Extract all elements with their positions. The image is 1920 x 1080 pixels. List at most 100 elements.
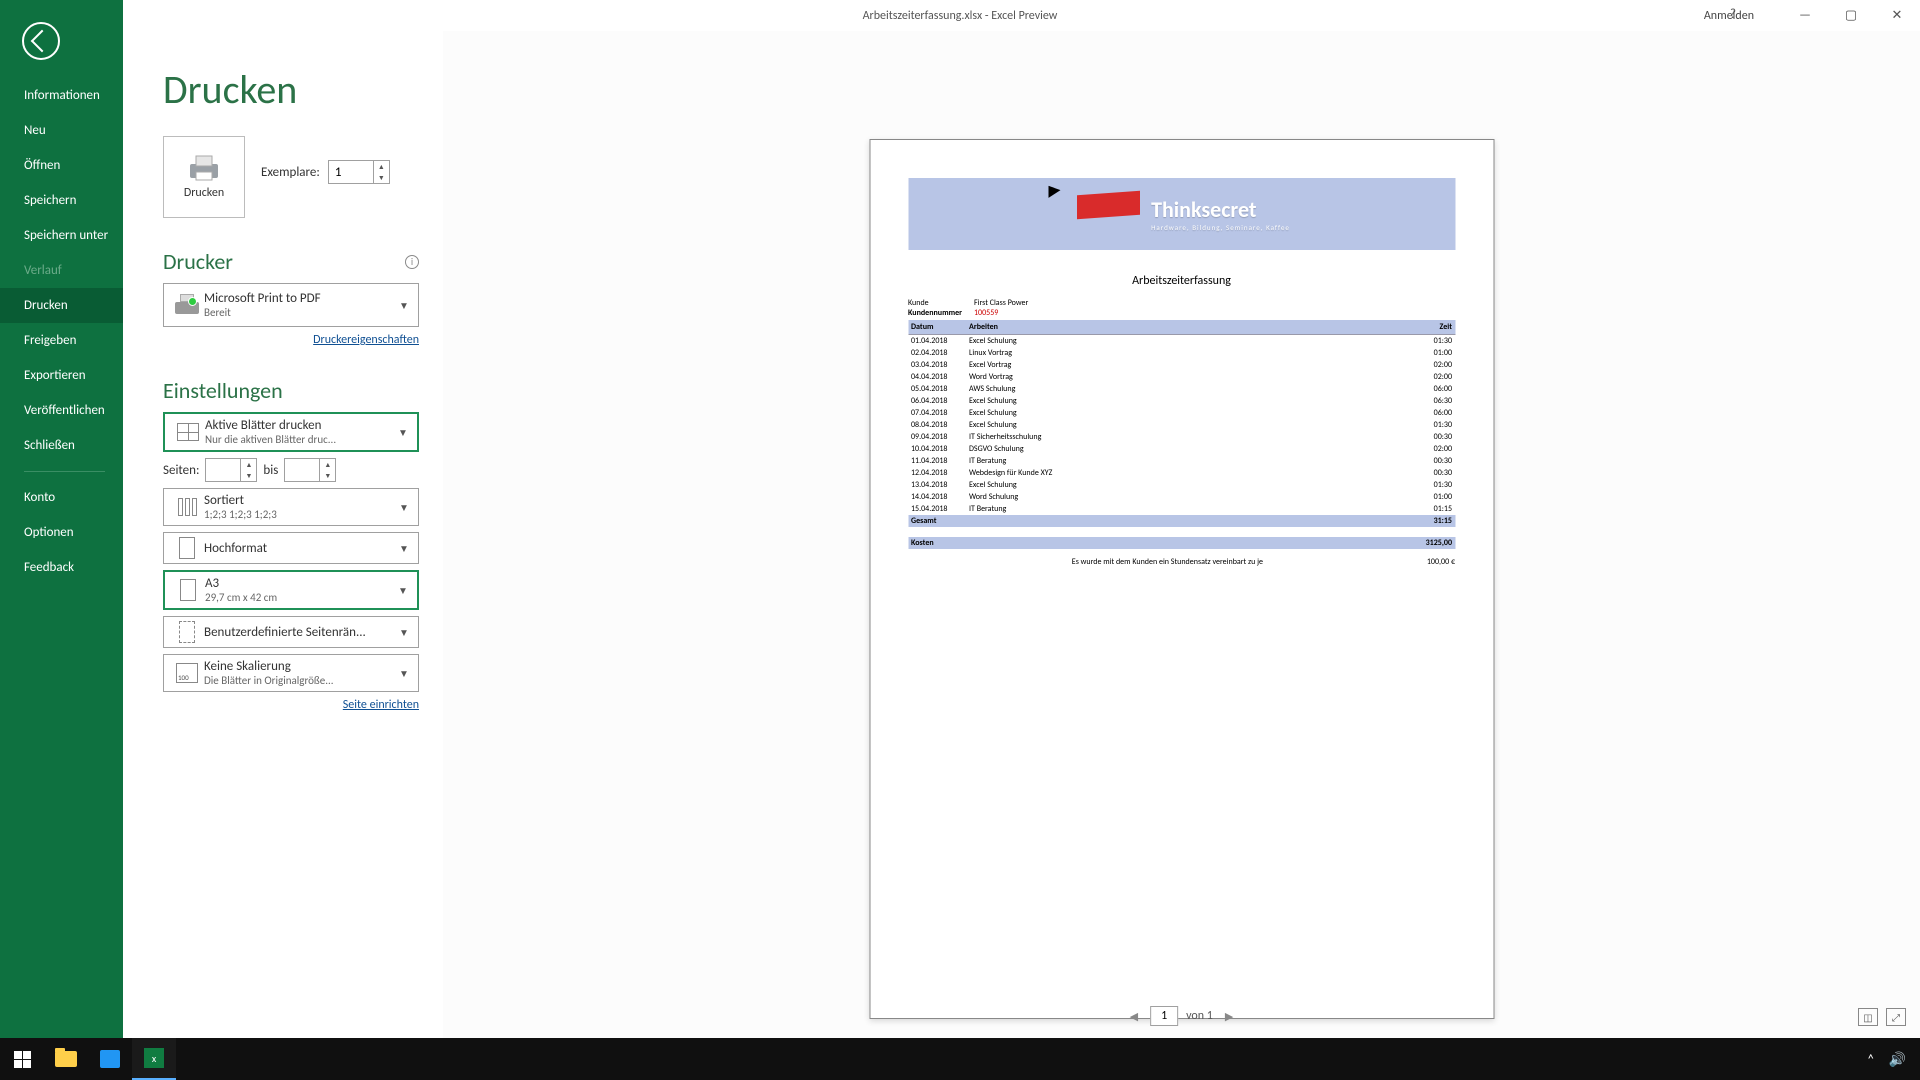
total-value: 31:15 [1405, 515, 1455, 527]
table-row: 04.04.2018Word Vortrag02:00 [908, 371, 1455, 383]
page-count-label: von 1 [1186, 1009, 1213, 1023]
page-setup-link[interactable]: Seite einrichten [163, 698, 419, 712]
signin-link[interactable]: Anmelden [1704, 9, 1754, 23]
close-button[interactable]: ✕ [1874, 0, 1920, 31]
copies-input[interactable] [329, 161, 373, 183]
printer-dropdown[interactable]: Microsoft Print to PDF Bereit ▼ [163, 283, 419, 327]
scaling-sub: Die Blätter in Originalgröße... [204, 674, 396, 687]
back-button[interactable] [22, 22, 60, 60]
table-row: 11.04.2018IT Beratung00:30 [908, 455, 1455, 467]
preview-column: Thinksecret Hardware, Bildung, Seminare,… [443, 31, 1920, 1038]
scaling-dropdown[interactable]: Keine Skalierung Die Blätter in Original… [163, 654, 419, 692]
sidebar-item-veröffentlichen[interactable]: Veröffentlichen [0, 393, 123, 428]
collation-dropdown[interactable]: Sortiert 1;2;3 1;2;3 1;2;3 ▼ [163, 488, 419, 526]
page-from-spinbox[interactable]: ▲▼ [205, 458, 257, 482]
sidebar-item-informationen[interactable]: Informationen [0, 78, 123, 113]
sidebar-item-schließen[interactable]: Schließen [0, 428, 123, 463]
start-button[interactable] [0, 1038, 44, 1080]
cost-label: Kosten [908, 537, 1165, 549]
sidebar-item-speichern[interactable]: Speichern [0, 183, 123, 218]
page-number-input[interactable] [1150, 1006, 1178, 1026]
collation-sub: 1;2;3 1;2;3 1;2;3 [204, 508, 396, 521]
table-row: 05.04.2018AWS Schulung06:00 [908, 383, 1455, 395]
table-row: 09.04.2018IT Sicherheitsschulung00:30 [908, 431, 1455, 443]
sidebar-item-feedback[interactable]: Feedback [0, 550, 123, 585]
tray-chevron-icon[interactable]: ˄ [1867, 1051, 1875, 1068]
maximize-button[interactable]: ▢ [1828, 0, 1874, 31]
page-to-input[interactable] [285, 459, 319, 481]
table-row: 12.04.2018Webdesign für Kunde XYZ00:30 [908, 467, 1455, 479]
page-preview: Thinksecret Hardware, Bildung, Seminare,… [869, 139, 1494, 1019]
paper-size-dropdown[interactable]: A3 29,7 cm x 42 cm ▼ [163, 570, 419, 610]
show-margins-button[interactable]: ◫ [1858, 1008, 1878, 1026]
document-banner: Thinksecret Hardware, Bildung, Seminare,… [908, 178, 1455, 250]
col-zeit: Zeit [1405, 320, 1455, 335]
spinner-down-icon[interactable]: ▼ [241, 470, 256, 481]
copies-spinbox[interactable]: ▲▼ [328, 160, 390, 184]
printer-properties-link[interactable]: Druckereigenschaften [163, 333, 419, 347]
table-row: 10.04.2018DSGVO Schulung02:00 [908, 443, 1455, 455]
printer-name: Microsoft Print to PDF [204, 291, 396, 306]
file-explorer-taskbar[interactable] [44, 1038, 88, 1080]
info-icon[interactable]: i [405, 255, 419, 269]
cursor-icon [1048, 188, 1060, 206]
margins-dropdown[interactable]: Benutzerdefinierte Seitenrän... ▼ [163, 616, 419, 648]
sidebar-item-freigeben[interactable]: Freigeben [0, 323, 123, 358]
pages-label: Seiten: [163, 463, 199, 478]
print-button[interactable]: Drucken [163, 136, 245, 218]
kundennummer-value: 100559 [974, 308, 998, 318]
prev-page-button[interactable]: ◀ [1126, 1010, 1142, 1023]
sidebar-item-konto[interactable]: Konto [0, 480, 123, 515]
preview-pagination: ◀ von 1 ▶ [1126, 1006, 1238, 1026]
chevron-down-icon: ▼ [396, 626, 412, 639]
sidebar-item-drucken[interactable]: Drucken [0, 288, 123, 323]
pages-to-label: bis [263, 463, 278, 478]
windows-icon [14, 1051, 31, 1068]
spinner-up-icon[interactable]: ▲ [241, 459, 256, 470]
note-value: 100,00 € [1427, 557, 1455, 567]
portrait-icon [179, 537, 195, 559]
backstage-sidebar: InformationenNeuÖffnenSpeichernSpeichern… [0, 0, 123, 1038]
page-to-spinbox[interactable]: ▲▼ [284, 458, 336, 482]
windows-taskbar: x ˄ 🔊 [0, 1038, 1920, 1080]
scaling-icon [176, 663, 198, 683]
table-row: 02.04.2018Linux Vortrag01:00 [908, 347, 1455, 359]
note-text: Es wurde mit dem Kunden ein Stundensatz … [908, 557, 1427, 567]
paper-size-label: A3 [205, 576, 395, 591]
browser-icon [100, 1050, 120, 1068]
minimize-button[interactable]: — [1782, 0, 1828, 31]
sidebar-item-speichern-unter[interactable]: Speichern unter [0, 218, 123, 253]
graduation-cap-icon [1073, 193, 1143, 235]
orientation-dropdown[interactable]: Hochformat ▼ [163, 532, 419, 564]
sidebar-item-öffnen[interactable]: Öffnen [0, 148, 123, 183]
sidebar-item-optionen[interactable]: Optionen [0, 515, 123, 550]
excel-taskbar[interactable]: x [132, 1038, 176, 1080]
col-datum: Datum [908, 320, 966, 335]
sidebar-item-neu[interactable]: Neu [0, 113, 123, 148]
sheets-icon [177, 423, 199, 441]
chevron-down-icon: ▼ [396, 542, 412, 555]
table-row: 03.04.2018Excel Vortrag02:00 [908, 359, 1455, 371]
kunde-label: Kunde [908, 298, 974, 308]
spinner-down-icon[interactable]: ▼ [374, 172, 389, 183]
spinner-up-icon[interactable]: ▲ [374, 161, 389, 172]
sidebar-item-exportieren[interactable]: Exportieren [0, 358, 123, 393]
spinner-up-icon[interactable]: ▲ [320, 459, 335, 470]
titlebar: Arbeitszeiterfassung.xlsx - Excel Previe… [0, 0, 1920, 31]
collate-icon [178, 498, 197, 516]
window-title: Arbeitszeiterfassung.xlsx - Excel Previe… [863, 9, 1058, 23]
scaling-label: Keine Skalierung [204, 659, 396, 674]
time-table: Datum Arbeiten Zeit 01.04.2018Excel Schu… [908, 320, 1455, 527]
next-page-button[interactable]: ▶ [1221, 1010, 1237, 1023]
table-row: 07.04.2018Excel Schulung06:00 [908, 407, 1455, 419]
printer-status-icon [175, 294, 199, 316]
print-what-dropdown[interactable]: Aktive Blätter drucken Nur die aktiven B… [163, 412, 419, 452]
cost-value: 3125,00 [1165, 537, 1455, 549]
orientation-label: Hochformat [204, 541, 396, 556]
tray-volume-icon[interactable]: 🔊 [1889, 1051, 1906, 1068]
table-row: 15.04.2018IT Beratung01:15 [908, 503, 1455, 515]
page-from-input[interactable] [206, 459, 240, 481]
spinner-down-icon[interactable]: ▼ [320, 470, 335, 481]
browser-taskbar[interactable] [88, 1038, 132, 1080]
zoom-to-page-button[interactable]: ⤢ [1886, 1008, 1906, 1026]
